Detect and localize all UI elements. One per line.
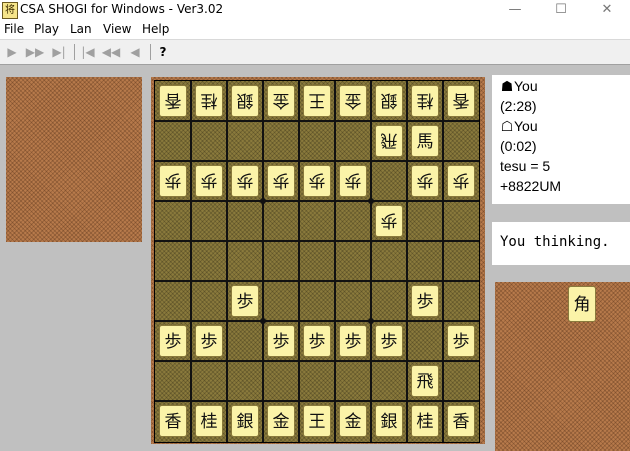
board-grid-line — [442, 81, 444, 442]
shogi-board[interactable]: 香桂銀金王金銀桂香飛馬歩歩歩歩歩歩歩歩歩歩歩歩歩歩歩歩歩歩飛香桂銀金王金銀桂香 — [154, 80, 480, 443]
piece-sente-pawn[interactable]: 歩 — [231, 285, 259, 317]
piece-sente-knight[interactable]: 桂 — [411, 405, 439, 437]
sente-mark-icon: ☗ — [500, 78, 514, 94]
board-grid-line — [155, 200, 479, 202]
menu-help[interactable]: Help — [142, 22, 169, 36]
gote-mark-icon: ☖ — [500, 118, 514, 134]
piece-gote-pawn[interactable]: 歩 — [303, 165, 331, 197]
board-grid-line — [298, 81, 300, 442]
board-grid-line — [370, 81, 372, 442]
piece-sente-pawn[interactable]: 歩 — [411, 285, 439, 317]
board-grid-line — [155, 360, 479, 362]
app-icon[interactable]: 将 — [2, 2, 18, 19]
piece-gote-pawn[interactable]: 歩 — [195, 165, 223, 197]
piece-gote-rook[interactable]: 飛 — [375, 125, 403, 157]
sente-piece-stand[interactable] — [495, 282, 630, 451]
sente-time: (2:28) — [500, 98, 537, 114]
board-grid-line — [155, 400, 479, 402]
board-grid-line — [155, 120, 479, 122]
piece-sente-pawn[interactable]: 歩 — [447, 325, 475, 357]
piece-gote-lance[interactable]: 香 — [447, 85, 475, 117]
rewind-icon[interactable]: ◀◀ — [101, 43, 121, 61]
piece-sente-pawn[interactable]: 歩 — [375, 325, 403, 357]
piece-sente-lance[interactable]: 香 — [159, 405, 187, 437]
minimize-icon[interactable]: — — [492, 0, 538, 20]
sente-name: You — [514, 78, 538, 94]
board-grid-line — [226, 81, 228, 442]
board-star-point — [260, 318, 266, 324]
fast-forward-icon[interactable]: ▶▶ — [25, 43, 45, 61]
gote-piece-stand[interactable] — [6, 77, 142, 242]
piece-gote-knight[interactable]: 桂 — [411, 85, 439, 117]
board-grid-line — [334, 81, 336, 442]
piece-gote-lance[interactable]: 香 — [159, 85, 187, 117]
last-move: +8822UM — [500, 178, 562, 194]
toolbar-separator — [74, 44, 75, 60]
piece-sente-rook[interactable]: 飛 — [411, 365, 439, 397]
skip-to-end-icon[interactable]: ▶| — [49, 43, 69, 61]
board-grid-line — [190, 81, 192, 442]
toolbar: ▶ ▶▶ ▶| |◀ ◀◀ ◀ ? — [0, 40, 630, 65]
menu-view[interactable]: View — [103, 22, 131, 36]
piece-sente-knight[interactable]: 桂 — [195, 405, 223, 437]
piece-sente-gold[interactable]: 金 — [267, 405, 295, 437]
gote-time: (0:02) — [500, 138, 537, 154]
piece-sente-king[interactable]: 王 — [303, 405, 331, 437]
piece-sente-lance[interactable]: 香 — [447, 405, 475, 437]
maximize-icon[interactable]: ☐ — [538, 0, 584, 20]
piece-gote-pawn[interactable]: 歩 — [447, 165, 475, 197]
board-star-point — [260, 198, 266, 204]
board-star-point — [368, 198, 374, 204]
menu-bar: File Play Lan View Help — [0, 20, 630, 40]
piece-sente-pawn[interactable]: 歩 — [303, 325, 331, 357]
board-grid-line — [406, 81, 408, 442]
board-grid-line — [155, 160, 479, 162]
hand-piece-bishop[interactable]: 角 — [568, 286, 596, 322]
board-grid-line — [155, 240, 479, 242]
piece-gote-silver[interactable]: 銀 — [231, 85, 259, 117]
piece-sente-pawn[interactable]: 歩 — [195, 325, 223, 357]
skip-to-start-icon[interactable]: |◀ — [78, 43, 98, 61]
piece-gote-pawn[interactable]: 歩 — [411, 165, 439, 197]
piece-sente-silver[interactable]: 銀 — [375, 405, 403, 437]
help-icon[interactable]: ? — [153, 43, 173, 61]
piece-gote-pawn[interactable]: 歩 — [267, 165, 295, 197]
close-icon[interactable]: ✕ — [584, 0, 630, 20]
sente-player: ☗You — [500, 78, 538, 95]
status-message: You thinking. — [500, 234, 610, 250]
piece-sente-gold[interactable]: 金 — [339, 405, 367, 437]
window-title: CSA SHOGI for Windows - Ver3.02 — [20, 2, 224, 16]
menu-lan[interactable]: Lan — [70, 22, 92, 36]
move-count: tesu = 5 — [500, 158, 551, 174]
gote-player: ☖You — [500, 118, 538, 135]
play-icon[interactable]: ▶ — [2, 43, 22, 61]
piece-gote-pawn[interactable]: 歩 — [339, 165, 367, 197]
piece-sente-horse[interactable]: 馬 — [411, 125, 439, 157]
piece-gote-gold[interactable]: 金 — [267, 85, 295, 117]
piece-sente-pawn[interactable]: 歩 — [339, 325, 367, 357]
gote-name: You — [514, 118, 538, 134]
piece-sente-silver[interactable]: 銀 — [231, 405, 259, 437]
status-panel: You thinking. — [492, 222, 630, 265]
piece-sente-pawn[interactable]: 歩 — [267, 325, 295, 357]
toolbar-separator — [150, 44, 151, 60]
piece-gote-knight[interactable]: 桂 — [195, 85, 223, 117]
piece-gote-silver[interactable]: 銀 — [375, 85, 403, 117]
piece-gote-pawn[interactable]: 歩 — [375, 205, 403, 237]
piece-gote-pawn[interactable]: 歩 — [231, 165, 259, 197]
piece-sente-pawn[interactable]: 歩 — [159, 325, 187, 357]
title-bar: 将 CSA SHOGI for Windows - Ver3.02 — ☐ ✕ — [0, 0, 630, 20]
board-star-point — [368, 318, 374, 324]
piece-gote-pawn[interactable]: 歩 — [159, 165, 187, 197]
board-grid-line — [155, 320, 479, 322]
menu-file[interactable]: File — [4, 22, 24, 36]
menu-play[interactable]: Play — [34, 22, 59, 36]
board-grid-line — [262, 81, 264, 442]
back-icon[interactable]: ◀ — [125, 43, 145, 61]
piece-gote-king[interactable]: 王 — [303, 85, 331, 117]
piece-gote-gold[interactable]: 金 — [339, 85, 367, 117]
board-grid-line — [155, 280, 479, 282]
game-info-panel: ☗You (2:28) ☖You (0:02) tesu = 5 +8822UM — [492, 75, 630, 204]
